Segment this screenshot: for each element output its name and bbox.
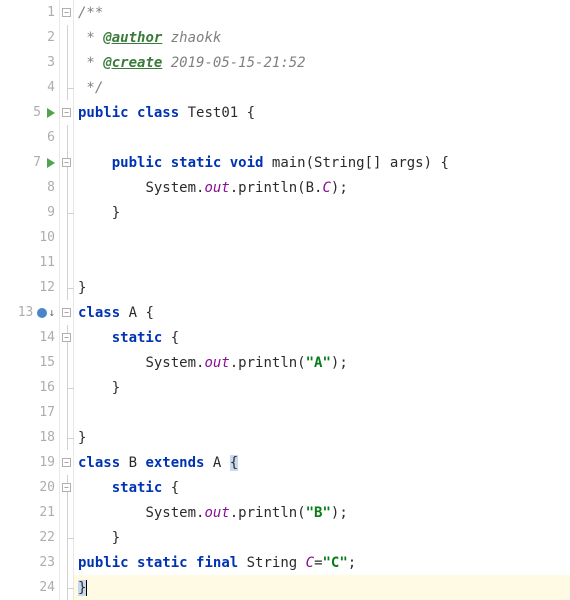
line-number: 11 [31,255,55,270]
gutter-line[interactable]: 21 [0,500,59,525]
line-number: 7 [17,155,41,170]
run-icon[interactable] [47,108,55,118]
run-icon[interactable] [47,158,55,168]
code-line: } [74,525,570,550]
fold-column: − − − − − − − [60,0,74,600]
line-number: 2 [31,30,55,45]
fold-guide [67,550,68,575]
fold-guide [67,25,68,50]
code-line: /** [74,0,570,25]
line-number: 19 [31,455,55,470]
gutter-line[interactable]: 19 [0,450,59,475]
gutter-line[interactable]: 15 [0,350,59,375]
code-line: * @author zhaokk [74,25,570,50]
code-line: class A { [74,300,570,325]
line-number: 5 [17,105,41,120]
fold-guide [67,225,68,250]
fold-guide [67,500,68,525]
gutter-line[interactable]: 11 [0,250,59,275]
fold-guide [67,175,68,200]
gutter-line[interactable]: 9 [0,200,59,225]
line-number: 10 [31,230,55,245]
line-number: 9 [31,205,55,220]
line-number: 21 [31,505,55,520]
line-number: 15 [31,355,55,370]
line-number: 3 [31,55,55,70]
fold-guide [67,50,68,75]
gutter-line[interactable]: 4 [0,75,59,100]
line-number: 24 [31,580,55,595]
code-line [74,125,570,150]
code-line: static { [74,325,570,350]
gutter-line[interactable]: 23 [0,550,59,575]
code-line: } [74,375,570,400]
code-line: } [74,425,570,450]
fold-toggle-icon[interactable]: − [62,308,71,317]
gutter-line[interactable]: 8 [0,175,59,200]
fold-toggle-icon[interactable]: − [62,333,71,342]
line-number: 22 [31,530,55,545]
code-line: } [74,200,570,225]
line-number: 18 [31,430,55,445]
gutter-line[interactable]: 24 [0,575,59,600]
code-line: * @create 2019-05-15-21:52 [74,50,570,75]
line-number: 17 [31,405,55,420]
line-number: 8 [31,180,55,195]
line-number: 6 [31,130,55,145]
code-line: System.out.println("A"); [74,350,570,375]
code-line: class B extends A { [74,450,570,475]
code-line: } [74,275,570,300]
line-number: 16 [31,380,55,395]
code-line: public static final String C="C"; [74,550,570,575]
gutter-line[interactable]: 3 [0,50,59,75]
fold-guide [67,400,68,425]
gutter-line[interactable]: 7 [0,150,59,175]
code-line: System.out.println(B.C); [74,175,570,200]
line-number: 14 [31,330,55,345]
code-line: public class Test01 { [74,100,570,125]
line-number: 4 [31,80,55,95]
code-editor: 1 2 3 4 5 6 7 8 9 10 11 12 13↓ 14 15 16 … [0,0,570,600]
gutter-line[interactable]: 17 [0,400,59,425]
gutter-line[interactable]: 2 [0,25,59,50]
code-line [74,400,570,425]
gutter-line[interactable]: 18 [0,425,59,450]
gutter-line[interactable]: 12 [0,275,59,300]
fold-guide [67,350,68,375]
gutter-line[interactable]: 5 [0,100,59,125]
code-area[interactable]: /** * @author zhaokk * @create 2019-05-1… [74,0,570,600]
gutter-line[interactable]: 10 [0,225,59,250]
gutter: 1 2 3 4 5 6 7 8 9 10 11 12 13↓ 14 15 16 … [0,0,60,600]
matched-brace: { [230,455,238,471]
code-line: System.out.println("B"); [74,500,570,525]
gutter-line[interactable]: 20 [0,475,59,500]
gutter-line[interactable]: 6 [0,125,59,150]
gutter-line[interactable]: 16 [0,375,59,400]
code-line [74,225,570,250]
line-number: 23 [31,555,55,570]
line-number: 1 [31,5,55,20]
fold-toggle-icon[interactable]: − [62,483,71,492]
gutter-line[interactable]: 1 [0,0,59,25]
matched-brace: } [78,580,86,596]
fold-toggle-icon[interactable]: − [62,458,71,467]
line-number: 20 [31,480,55,495]
fold-guide [67,125,68,150]
fold-toggle-icon[interactable]: − [62,108,71,117]
code-line: static { [74,475,570,500]
fold-toggle-icon[interactable]: − [62,158,71,167]
code-line [74,250,570,275]
gutter-line[interactable]: 13 ↓ [0,300,59,325]
gutter-line[interactable]: 14 [0,325,59,350]
gutter-line[interactable]: 22 [0,525,59,550]
code-line-current: } [74,575,570,600]
breakpoint-icon[interactable]: ↓ [37,306,55,319]
caret-icon [86,580,87,596]
line-number: 12 [31,280,55,295]
code-line: */ [74,75,570,100]
line-number: 13 [9,305,33,320]
fold-guide [67,250,68,275]
code-line: public static void main(String[] args) { [74,150,570,175]
fold-toggle-icon[interactable]: − [62,8,71,17]
